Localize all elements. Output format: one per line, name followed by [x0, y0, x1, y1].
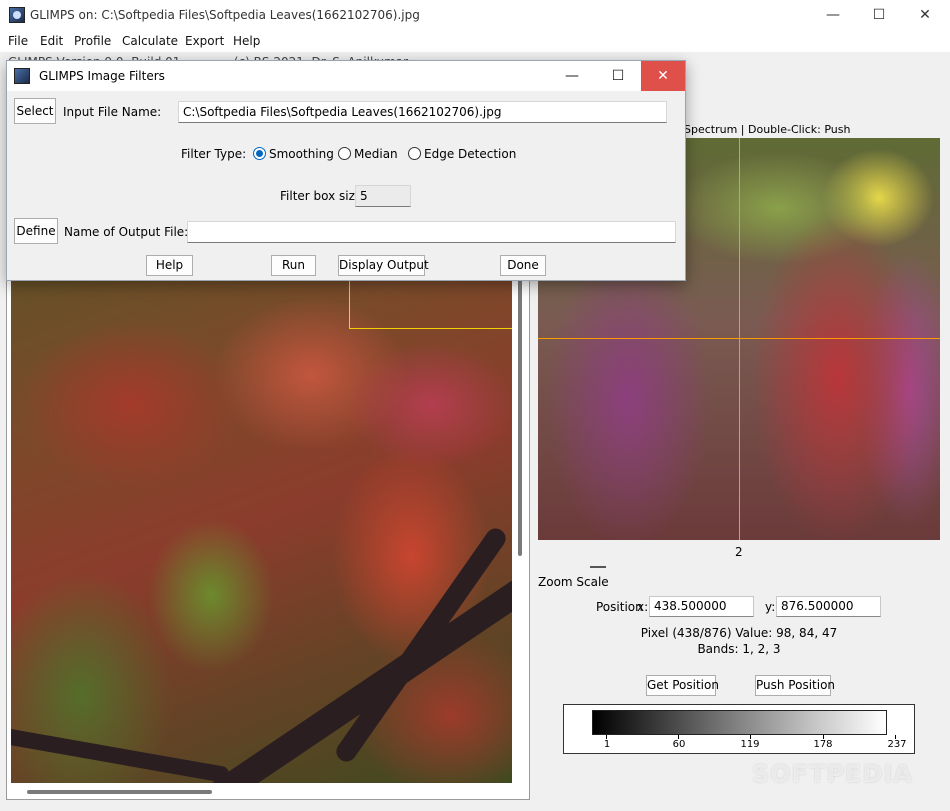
get-position-button[interactable]: Get Position: [646, 675, 719, 696]
crosshair-horizontal: [538, 338, 940, 339]
display-output-button[interactable]: Display Output: [338, 255, 429, 276]
main-titlebar: GLIMPS on: C:\Softpedia Files\Softpedia …: [0, 0, 950, 30]
grayscale-colorbar: [592, 710, 887, 735]
output-file-label: Name of Output File:: [64, 225, 189, 239]
filter-box-size-field[interactable]: 5: [355, 185, 411, 207]
output-file-field[interactable]: [187, 221, 676, 243]
dialog-close-button[interactable]: ✕: [641, 61, 685, 91]
close-button[interactable]: ✕: [902, 0, 948, 30]
edge-detection-label: Edge Detection: [424, 147, 517, 161]
position-x-field[interactable]: 438.500000: [649, 596, 754, 617]
dialog-title: GLIMPS Image Filters: [39, 69, 165, 83]
smoothing-label: Smoothing: [269, 147, 334, 161]
position-x-label: x:: [637, 600, 649, 614]
done-button[interactable]: Done: [500, 255, 546, 276]
zoom-value: 2: [735, 545, 743, 559]
dialog-app-icon: [14, 68, 30, 84]
minimize-button[interactable]: —: [810, 0, 856, 30]
position-label: Position: [596, 600, 643, 614]
define-output-button[interactable]: Define: [14, 218, 58, 244]
median-label: Median: [354, 147, 398, 161]
vertical-scrollbar[interactable]: [518, 280, 522, 556]
image-filters-dialog: GLIMPS Image Filters — ☐ ✕ Select Input …: [6, 60, 686, 281]
horizontal-scrollbar[interactable]: [27, 790, 212, 794]
menu-bar: File Edit Profile Calculate Export Help: [0, 30, 950, 52]
filter-box-size-label: Filter box size:: [280, 189, 367, 203]
median-radio[interactable]: [338, 147, 351, 160]
menu-export[interactable]: Export: [185, 34, 224, 48]
colorbar-tick-label: 237: [887, 739, 907, 750]
help-button[interactable]: Help: [146, 255, 193, 276]
input-file-label: Input File Name:: [63, 105, 162, 119]
softpedia-watermark: SOFTPEDIA: [752, 760, 913, 788]
colorbar-tick-label: 60: [672, 739, 686, 750]
menu-calculate[interactable]: Calculate: [122, 34, 178, 48]
dialog-minimize-button[interactable]: —: [549, 61, 595, 91]
push-position-button[interactable]: Push Position: [755, 675, 835, 696]
pixel-value-readout: Pixel (438/876) Value: 98, 84, 47: [640, 626, 838, 640]
mouse-hint-text: Spectrum | Double-Click: Push: [684, 123, 851, 136]
window-title: GLIMPS on: C:\Softpedia Files\Softpedia …: [30, 8, 420, 22]
run-button[interactable]: Run: [271, 255, 316, 276]
filter-type-label: Filter Type:: [181, 147, 247, 161]
menu-edit[interactable]: Edit: [40, 34, 63, 48]
maximize-button[interactable]: ☐: [856, 0, 902, 30]
dialog-titlebar: GLIMPS Image Filters — ☐ ✕: [7, 61, 685, 91]
glimps-app-icon: [9, 7, 25, 23]
colorbar-tick-label: 178: [813, 739, 833, 750]
dialog-maximize-button[interactable]: ☐: [595, 61, 641, 91]
crosshair-vertical: [739, 138, 740, 540]
colorbar-tick-label: 1: [603, 739, 611, 750]
smoothing-radio[interactable]: [253, 147, 266, 160]
zoom-region-marker: [349, 281, 512, 329]
zoom-scale-label: Zoom Scale: [538, 575, 609, 589]
position-y-field[interactable]: 876.500000: [776, 596, 881, 617]
edge-detection-radio[interactable]: [408, 147, 421, 160]
position-y-label: y:: [765, 600, 776, 614]
colorbar-tick-label: 119: [740, 739, 760, 750]
menu-profile[interactable]: Profile: [74, 34, 111, 48]
input-file-field[interactable]: C:\Softpedia Files\Softpedia Leaves(1662…: [178, 101, 667, 123]
menu-file[interactable]: File: [8, 34, 28, 48]
bands-readout: Bands: 1, 2, 3: [697, 642, 781, 656]
menu-help[interactable]: Help: [233, 34, 260, 48]
zoom-slider-thumb[interactable]: [590, 566, 606, 568]
select-file-button[interactable]: Select: [14, 98, 56, 124]
